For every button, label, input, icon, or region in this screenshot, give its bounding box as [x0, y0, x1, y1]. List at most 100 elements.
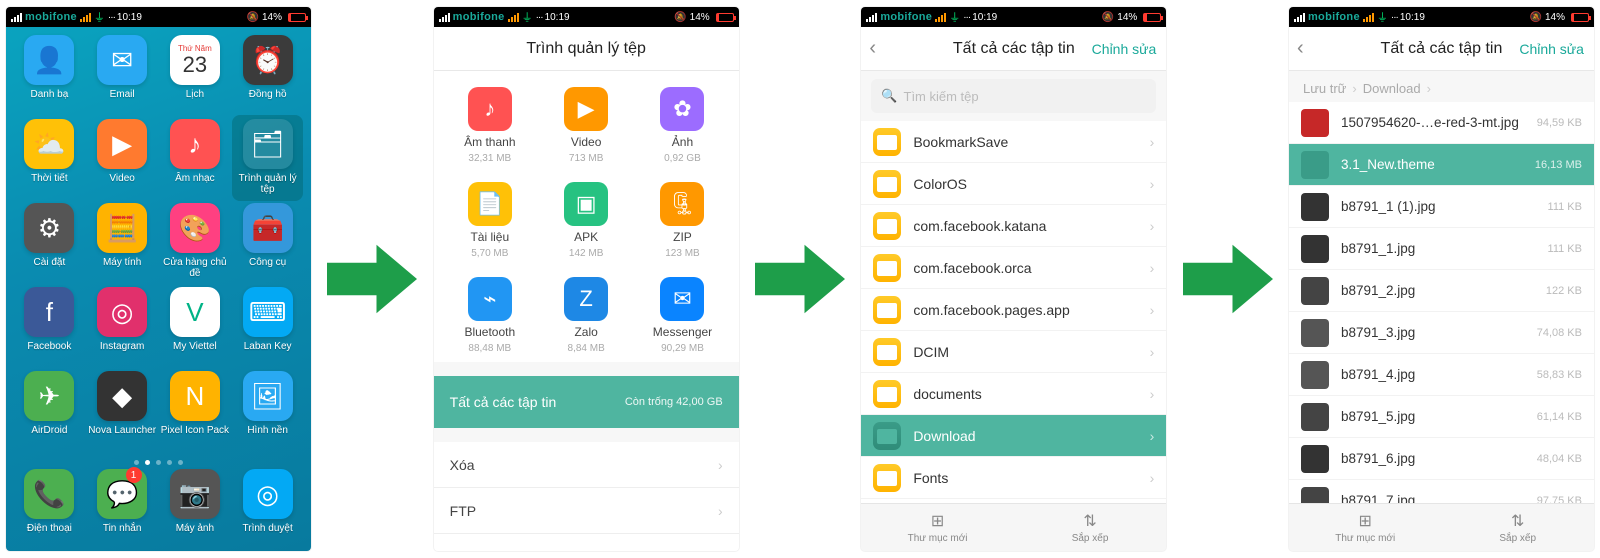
page-dot[interactable] [156, 460, 161, 465]
action-ftp[interactable]: FTP› [434, 488, 739, 534]
breadcrumb-current[interactable]: Download [1363, 81, 1421, 96]
app-icon: ♪ [170, 119, 220, 169]
status-time: 10:19 [963, 12, 997, 23]
chevron-right-icon: › [1150, 260, 1155, 276]
folder-row[interactable]: Fonts› [861, 457, 1166, 499]
file-row[interactable]: b8791_2.jpg122 KB [1289, 270, 1594, 312]
category-size: 5,70 MB [471, 248, 508, 259]
free-space-label: Còn trống 42,00 GB [625, 396, 723, 408]
app-c-a-h-ng-ch-[interactable]: 🎨Cửa hàng chủ đề [160, 203, 231, 285]
app-th-i-ti-t[interactable]: ⛅Thời tiết [14, 119, 85, 201]
app-laban-key[interactable]: ⌨Laban Key [232, 287, 303, 369]
category--m-thanh[interactable]: ♪Âm thanh32,31 MB [442, 87, 538, 164]
folder-row[interactable]: documents› [861, 373, 1166, 415]
dock-tr-nh-duy-t[interactable]: ◎Trình duyệt [232, 469, 303, 549]
file-size: 94,59 KB [1537, 117, 1582, 129]
carrier-label: mobifone [1308, 11, 1360, 23]
app-c-i-t[interactable]: ⚙Cài đặt [14, 203, 85, 285]
status-time: 10:19 [108, 12, 142, 23]
chevron-right-icon: › [1427, 81, 1431, 96]
app-pixel-icon-pack[interactable]: NPixel Icon Pack [160, 371, 231, 453]
battery-icon [1571, 13, 1589, 22]
action-label: Xóa [450, 457, 475, 473]
category-video[interactable]: ▶Video713 MB [538, 87, 634, 164]
file-size: 122 KB [1546, 285, 1582, 297]
folder-row[interactable]: com.facebook.katana› [861, 205, 1166, 247]
action-an-to-n-t-p-tin[interactable]: An toàn tập tin› [434, 534, 739, 551]
back-button[interactable]: ‹ [1297, 37, 1304, 60]
file-row[interactable]: b8791_1 (1).jpg111 KB [1289, 186, 1594, 228]
app-nova-launcher[interactable]: ◆Nova Launcher [87, 371, 158, 453]
status-time: 10:19 [536, 12, 570, 23]
file-row[interactable]: b8791_7.jpg97,75 KB [1289, 480, 1594, 503]
folder-row[interactable]: ColorOS› [861, 163, 1166, 205]
new-folder-button[interactable]: ⊞ Thư mục mới [1289, 504, 1442, 551]
file-row[interactable]: 3.1_New.theme16,13 MB [1289, 144, 1594, 186]
app-danh-b-[interactable]: 👤Danh bạ [14, 35, 85, 117]
file-row[interactable]: b8791_3.jpg74,08 KB [1289, 312, 1594, 354]
app-c-ng-c-[interactable]: 🧰Công cụ [232, 203, 303, 285]
file-name: b8791_6.jpg [1341, 451, 1415, 466]
folder-row[interactable]: com.facebook.pages.app› [861, 289, 1166, 331]
category-label: APK [574, 230, 598, 244]
file-row[interactable]: b8791_1.jpg111 KB [1289, 228, 1594, 270]
app--ng-h-[interactable]: ⏰Đồng hồ [232, 35, 303, 117]
category-zip[interactable]: 🗜ZIP123 MB [634, 182, 730, 259]
category-bluetooth[interactable]: ⌁Bluetooth88,48 MB [442, 277, 538, 354]
category-size: 123 MB [665, 248, 699, 259]
folder-icon [873, 254, 901, 282]
app-instagram[interactable]: ◎Instagram [87, 287, 158, 369]
file-row[interactable]: b8791_6.jpg48,04 KB [1289, 438, 1594, 480]
app-label: Trình duyệt [243, 523, 293, 534]
folder-row[interactable]: DCIM› [861, 331, 1166, 373]
folder-row[interactable]: com.facebook.orca› [861, 247, 1166, 289]
app-airdroid[interactable]: ✈AirDroid [14, 371, 85, 453]
dock-m-y-nh[interactable]: 📷Máy ảnh [160, 469, 231, 549]
breadcrumb-root[interactable]: Lưu trữ [1303, 81, 1346, 96]
dock--i-n-tho-i[interactable]: 📞Điện thoại [14, 469, 85, 549]
action-x-a[interactable]: Xóa› [434, 442, 739, 488]
app-label: Hình nền [247, 425, 288, 436]
page-dot[interactable] [167, 460, 172, 465]
app-my-viettel[interactable]: VMy Viettel [160, 287, 231, 369]
page-dot[interactable] [134, 460, 139, 465]
category--nh[interactable]: ✿Ảnh0,92 GB [634, 87, 730, 164]
back-button[interactable]: ‹ [869, 37, 876, 60]
app-email[interactable]: ✉Email [87, 35, 158, 117]
folder-row[interactable]: Download› [861, 415, 1166, 457]
edit-button[interactable]: Chỉnh sửa [1092, 41, 1157, 57]
new-folder-icon: ⊞ [931, 511, 944, 531]
new-folder-button[interactable]: ⊞ Thư mục mới [861, 504, 1014, 551]
app-video[interactable]: ▶Video [87, 119, 158, 201]
sort-button[interactable]: ⇅ Sắp xếp [1441, 504, 1594, 551]
search-input[interactable]: 🔍 Tìm kiếm tệp [871, 79, 1156, 113]
folder-name: com.facebook.katana [913, 218, 1046, 234]
category-messenger[interactable]: ✉Messenger90,29 MB [634, 277, 730, 354]
app-m-y-t-nh[interactable]: 🧮Máy tính [87, 203, 158, 285]
category-size: 713 MB [569, 153, 603, 164]
app-facebook[interactable]: fFacebook [14, 287, 85, 369]
breadcrumb[interactable]: Lưu trữ › Download › [1289, 71, 1594, 102]
page-indicator [14, 456, 303, 467]
sort-button[interactable]: ⇅ Sắp xếp [1014, 504, 1167, 551]
page-dot[interactable] [178, 460, 183, 465]
category-zalo[interactable]: ZZalo8,84 MB [538, 277, 634, 354]
edit-button[interactable]: Chỉnh sửa [1519, 41, 1584, 57]
page-dot[interactable] [145, 460, 150, 465]
category-apk[interactable]: ▣APK142 MB [538, 182, 634, 259]
action-label: An toàn tập tin [450, 549, 540, 552]
app--m-nh-c[interactable]: ♪Âm nhạc [160, 119, 231, 201]
app-tr-nh-qu-n-l-t-p[interactable]: 🗂Trình quản lý tệp [232, 115, 303, 201]
category-t-i-li-u[interactable]: 📄Tài liệu5,70 MB [442, 182, 538, 259]
app-icon: ▶ [97, 119, 147, 169]
all-files-row[interactable]: Tất cả các tập tin Còn trống 42,00 GB [434, 376, 739, 428]
app-l-ch[interactable]: Thứ Năm23Lịch [160, 35, 231, 117]
file-row[interactable]: b8791_5.jpg61,14 KB [1289, 396, 1594, 438]
folder-row[interactable]: BookmarkSave› [861, 121, 1166, 163]
file-row[interactable]: b8791_4.jpg58,83 KB [1289, 354, 1594, 396]
folder-name: com.facebook.pages.app [913, 302, 1069, 318]
file-row[interactable]: 1507954620-…e-red-3-mt.jpg94,59 KB [1289, 102, 1594, 144]
app-h-nh-n-n[interactable]: 🖼Hình nền [232, 371, 303, 453]
dock-tin-nh-n[interactable]: 💬1Tin nhắn [87, 469, 158, 549]
battery-icon [1143, 13, 1161, 22]
